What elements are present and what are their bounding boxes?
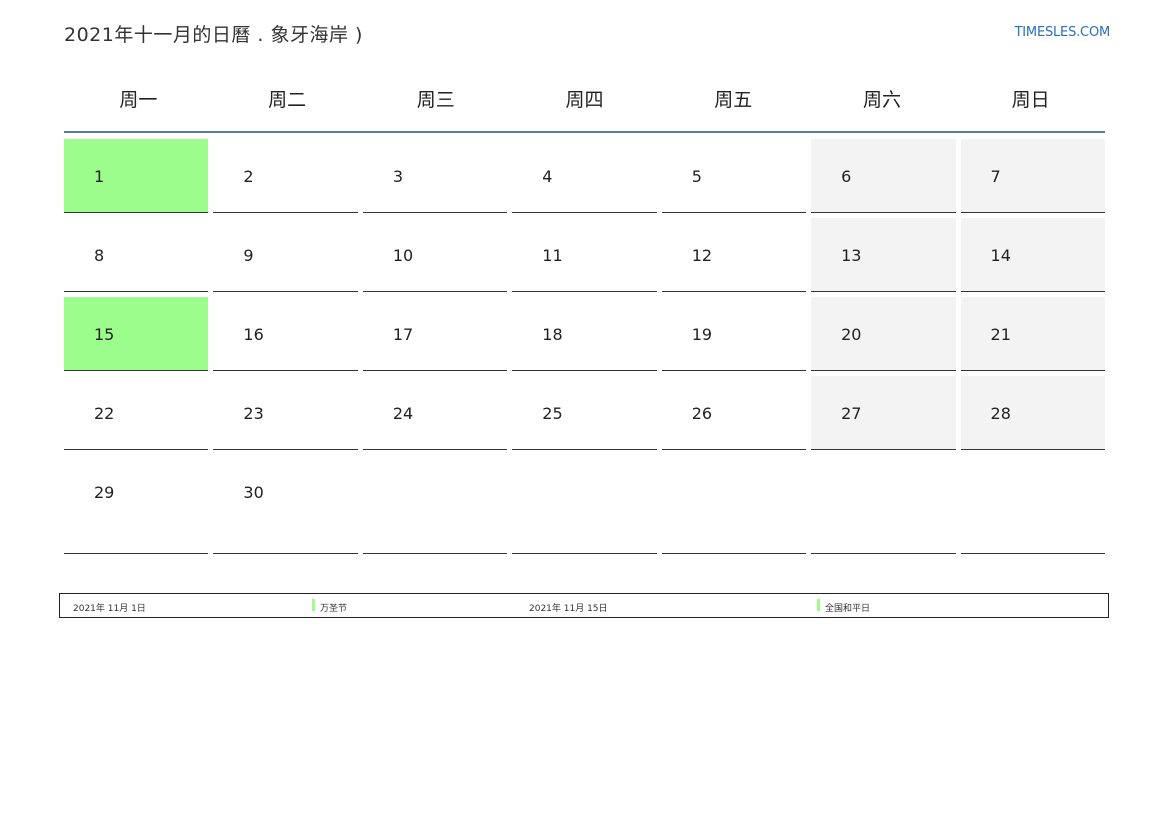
holiday-name: 全国和平日 xyxy=(825,604,871,614)
day-number: 10 xyxy=(392,246,414,265)
weekday-sat: 周六 xyxy=(862,89,901,111)
week-row-1: 1 2 3 4 5 6 7 xyxy=(64,139,1105,213)
day-cell[interactable]: 24 xyxy=(362,376,508,450)
day-cell[interactable]: 29 xyxy=(64,455,209,554)
day-number: 15 xyxy=(94,325,115,344)
day-cell[interactable]: 19 xyxy=(661,297,807,371)
day-number: 27 xyxy=(841,404,862,423)
day-cell[interactable]: 17 xyxy=(362,297,508,371)
site-link[interactable]: TIMESLES.COM xyxy=(1015,25,1111,40)
page-title: 2021年十一月的日曆 . 象牙海岸 ) xyxy=(64,24,363,46)
day-number: 2 xyxy=(243,167,254,186)
day-cell[interactable]: 3 xyxy=(362,139,508,213)
day-number: 16 xyxy=(243,325,264,344)
holiday-legend: 2021年 11月 1日 万圣节 2021年 11月 15日 全国和平日 xyxy=(59,593,1109,618)
weekday-sun: 周日 xyxy=(1011,89,1050,111)
day-cell-holiday[interactable]: 15 xyxy=(64,297,209,371)
day-number: 1 xyxy=(94,167,105,186)
day-cell[interactable]: 30 xyxy=(213,455,358,554)
day-number: 18 xyxy=(542,325,563,344)
day-cell[interactable]: 11 xyxy=(512,218,657,292)
day-number: 7 xyxy=(990,167,1001,186)
day-number: 28 xyxy=(990,404,1011,423)
day-cell[interactable]: 10 xyxy=(362,218,508,292)
day-number: 8 xyxy=(94,246,105,265)
header-divider xyxy=(64,131,1105,133)
weekday-mon: 周一 xyxy=(119,89,158,111)
day-cell-empty xyxy=(811,455,956,554)
week-row-5: 29 30 xyxy=(64,455,1105,554)
day-cell-empty xyxy=(362,455,508,554)
day-cell-weekend[interactable]: 21 xyxy=(960,297,1105,371)
day-number: 14 xyxy=(990,246,1011,265)
day-number: 12 xyxy=(691,246,713,265)
day-cell-empty xyxy=(661,455,807,554)
weekday-wed: 周三 xyxy=(416,89,455,111)
day-cell[interactable]: 12 xyxy=(661,218,807,292)
day-cell-weekend[interactable]: 20 xyxy=(811,297,956,371)
day-cell[interactable]: 25 xyxy=(512,376,657,450)
day-number: 29 xyxy=(94,483,115,502)
day-number: 4 xyxy=(542,167,553,186)
day-cell[interactable]: 18 xyxy=(512,297,657,371)
day-number: 22 xyxy=(94,404,115,423)
day-cell[interactable]: 16 xyxy=(213,297,358,371)
week-row-2: 8 9 10 11 12 13 14 xyxy=(64,218,1105,292)
holiday-date: 2021年 11月 15日 xyxy=(529,604,608,614)
day-number: 23 xyxy=(243,404,264,423)
day-number: 19 xyxy=(691,325,713,344)
day-cell[interactable]: 4 xyxy=(512,139,657,213)
day-number: 21 xyxy=(990,325,1011,344)
day-number: 17 xyxy=(392,325,414,344)
day-cell[interactable]: 26 xyxy=(661,376,807,450)
day-cell-empty xyxy=(512,455,657,554)
day-cell[interactable]: 23 xyxy=(213,376,358,450)
holiday-name: 万圣节 xyxy=(320,604,348,614)
day-cell-empty xyxy=(960,455,1105,554)
day-cell-weekend[interactable]: 28 xyxy=(960,376,1105,450)
day-number: 13 xyxy=(841,246,862,265)
day-cell-weekend[interactable]: 7 xyxy=(960,139,1105,213)
day-number: 5 xyxy=(691,167,702,186)
day-number: 25 xyxy=(542,404,563,423)
day-number: 30 xyxy=(243,483,264,502)
day-cell-weekend[interactable]: 27 xyxy=(811,376,956,450)
day-cell-holiday[interactable]: 1 xyxy=(64,139,209,213)
day-number: 20 xyxy=(841,325,862,344)
weekday-thu: 周四 xyxy=(565,89,604,111)
day-cell-weekend[interactable]: 13 xyxy=(811,218,956,292)
day-cell-weekend[interactable]: 14 xyxy=(960,218,1105,292)
day-cell[interactable]: 8 xyxy=(64,218,209,292)
day-cell[interactable]: 9 xyxy=(213,218,358,292)
day-number: 26 xyxy=(691,404,713,423)
day-number: 3 xyxy=(392,167,404,186)
week-row-4: 22 23 24 25 26 27 28 xyxy=(64,376,1105,450)
weekday-tue: 周二 xyxy=(268,89,307,111)
day-cell[interactable]: 2 xyxy=(213,139,358,213)
day-number: 9 xyxy=(243,246,254,265)
day-cell-weekend[interactable]: 6 xyxy=(811,139,956,213)
day-number: 6 xyxy=(841,167,852,186)
day-number: 11 xyxy=(542,246,563,265)
calendar-grid: 1 2 3 4 5 6 7 8 9 10 11 12 13 14 15 16 1… xyxy=(64,139,1105,559)
day-cell[interactable]: 5 xyxy=(661,139,807,213)
day-number: 24 xyxy=(392,404,414,423)
holiday-color-marker xyxy=(817,599,820,611)
day-cell[interactable]: 22 xyxy=(64,376,209,450)
holiday-date: 2021年 11月 1日 xyxy=(73,604,146,614)
weekday-fri: 周五 xyxy=(714,89,753,111)
week-row-3: 15 16 17 18 19 20 21 xyxy=(64,297,1105,371)
holiday-color-marker xyxy=(312,599,315,611)
weekday-header-row: 周一 周二 周三 周四 周五 周六 周日 xyxy=(64,80,1105,132)
